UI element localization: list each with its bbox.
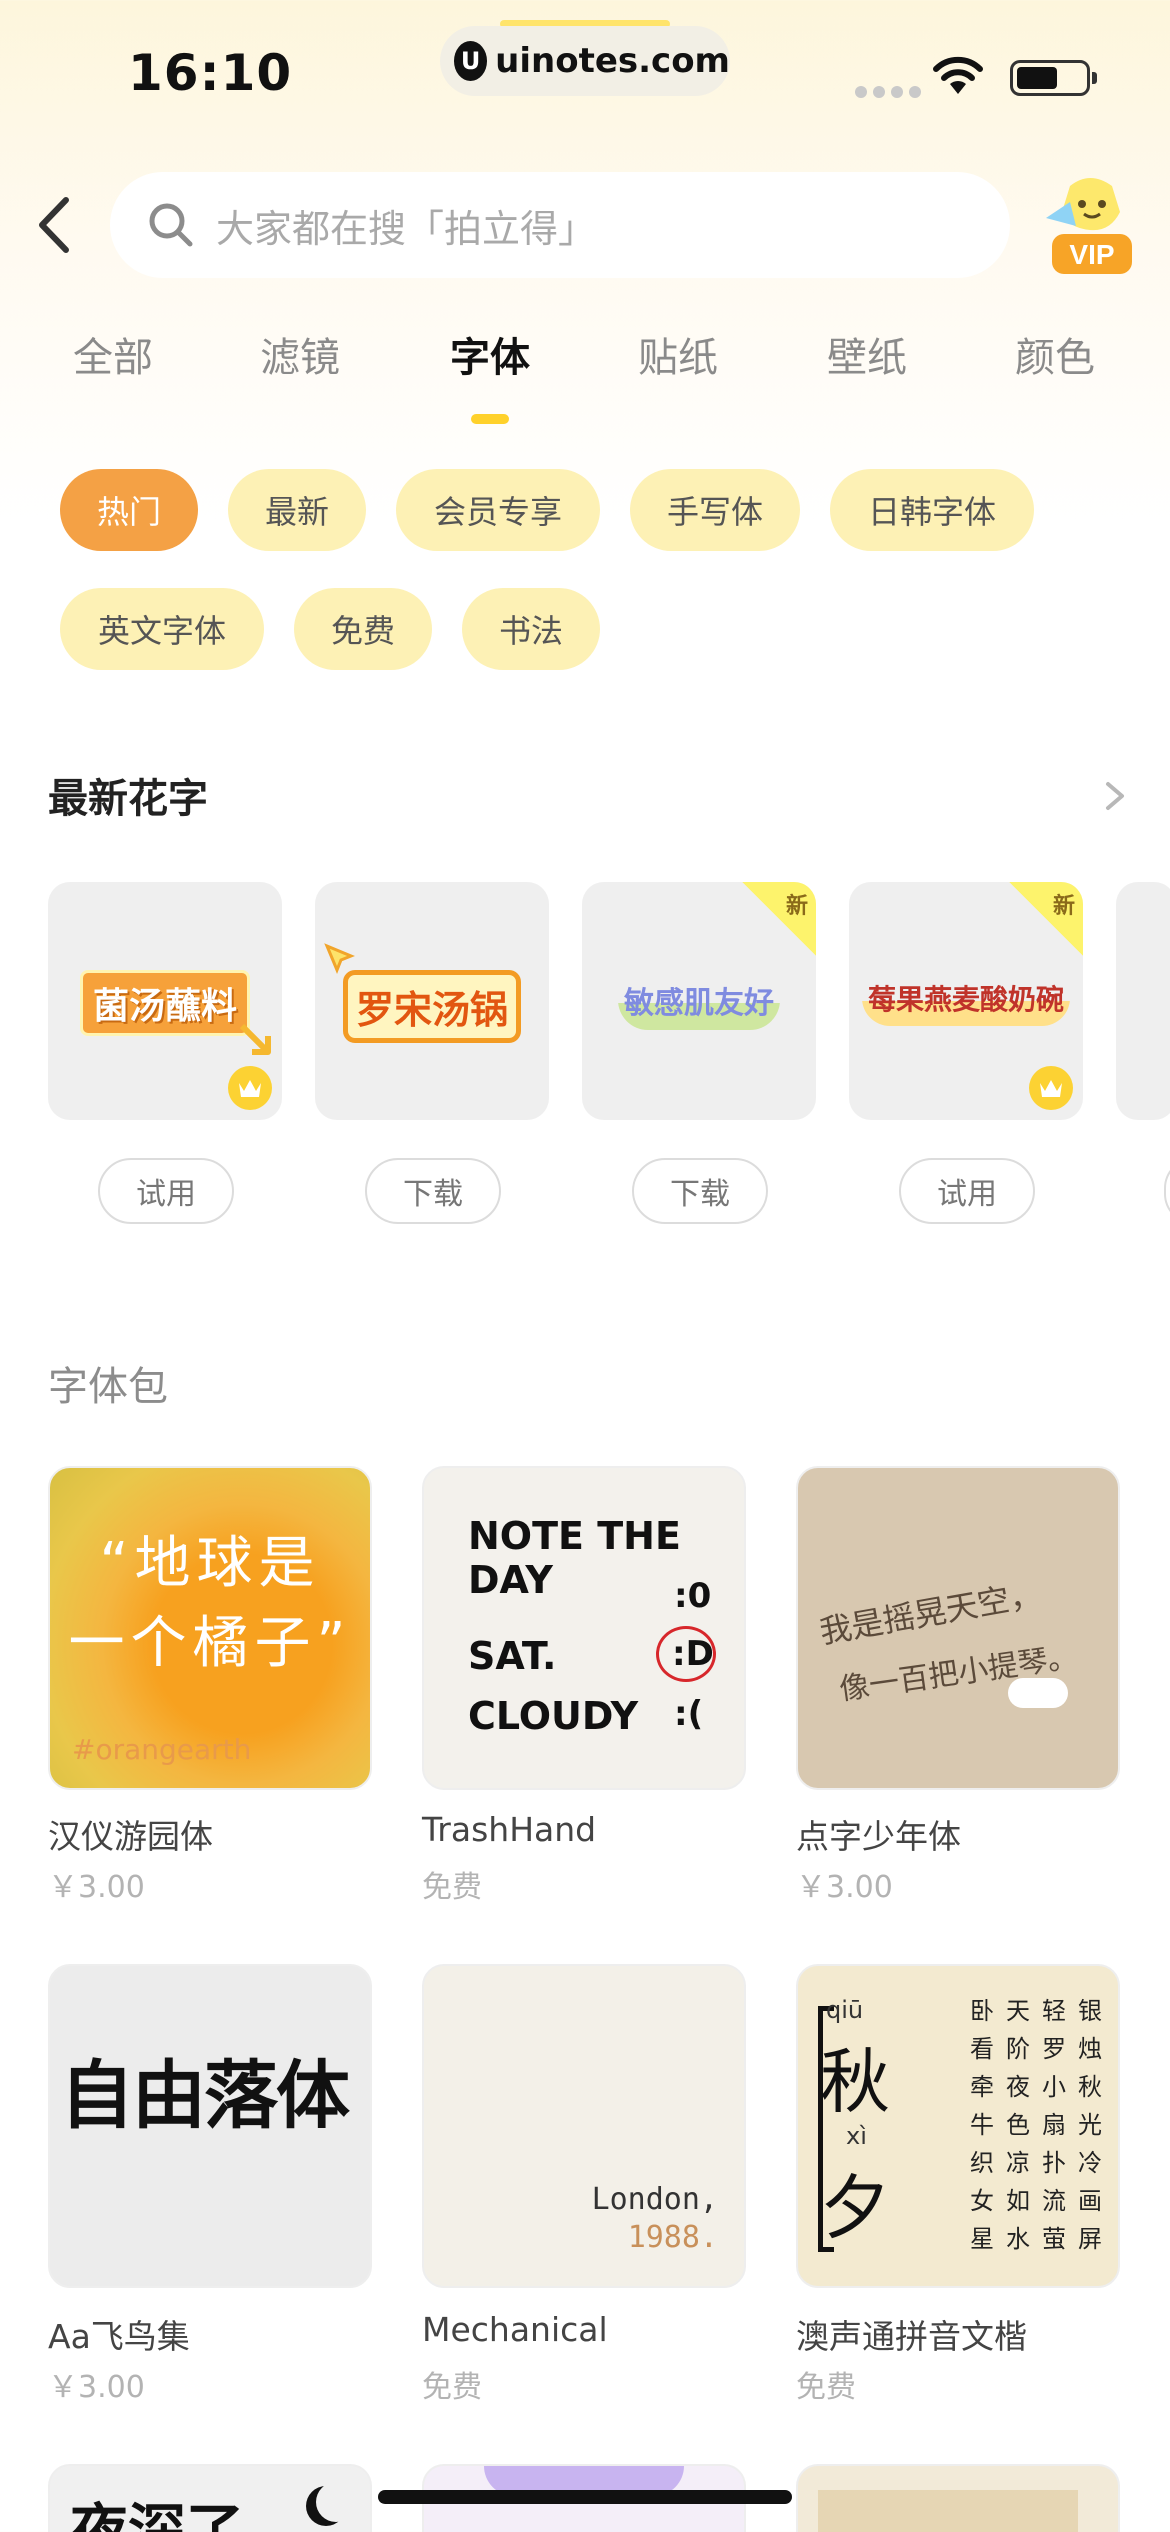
search-icon xyxy=(149,203,193,247)
url-text: uinotes.com xyxy=(495,41,730,81)
chip-latest[interactable]: 最新 xyxy=(228,469,366,551)
chip-members[interactable]: 会员专享 xyxy=(396,469,600,551)
vip-badge-icon[interactable]: VIP xyxy=(1040,172,1140,280)
try-button[interactable]: 试用 xyxy=(98,1158,234,1224)
status-time: 16:10 xyxy=(128,44,293,102)
font-pack-name[interactable]: Mechanical xyxy=(422,2310,608,2349)
preview-column: 银烛秋光冷画屏 xyxy=(1078,1997,1102,2253)
preview-text: 自由落体 xyxy=(60,2053,350,2139)
font-pack-preview[interactable]: 自由落体 xyxy=(48,1964,372,2288)
active-tab-indicator xyxy=(471,414,509,424)
font-pack-preview[interactable]: qiū 秋 xì 夕 卧看牵牛织女星 天阶夜色凉如水 轻罗小扇扑流萤 银烛秋光冷… xyxy=(796,1964,1120,2288)
sticker-text: 敏感肌友好 xyxy=(618,970,780,1030)
home-indicator[interactable] xyxy=(378,2490,792,2504)
tab-wallpapers[interactable]: 壁纸 xyxy=(772,325,962,383)
vip-crown-icon xyxy=(228,1066,272,1110)
new-badge: 新 xyxy=(785,894,808,919)
font-pack-preview[interactable]: “地球是 一个橘子” #orangearth xyxy=(48,1466,372,1790)
search-input[interactable]: 大家都在搜「拍立得」 xyxy=(110,172,1010,278)
battery-icon xyxy=(1010,60,1090,96)
download-button[interactable]: 下载 xyxy=(632,1158,768,1224)
sticker-card[interactable]: 新 敏感肌友好 xyxy=(582,882,816,1120)
arrow-icon xyxy=(239,1023,271,1055)
cellular-signal-icon xyxy=(855,86,921,98)
font-pack-preview[interactable]: NOTE THE DAY :0 SAT. :D CLOUDY :( xyxy=(422,1466,746,1790)
font-pack-preview-partial[interactable]: 夜深了 xyxy=(48,2464,372,2532)
tab-colors[interactable]: 颜色 xyxy=(960,325,1150,383)
font-pack-name[interactable]: Aa飞鸟集 xyxy=(48,2310,190,2358)
preview-tag: #orangearth xyxy=(72,1733,252,1766)
preview-text: CLOUDY xyxy=(468,1694,639,1738)
font-pack-price: 免费 xyxy=(422,1870,482,1905)
section-title-latest: 最新花字 xyxy=(48,776,208,822)
chip-hot[interactable]: 热门 xyxy=(60,469,198,551)
font-pack-name[interactable]: 汉仪游园体 xyxy=(48,1810,213,1858)
download-button[interactable]: 下载 xyxy=(365,1158,501,1224)
font-pack-preview[interactable]: 我是摇晃天空， 像一百把小提琴。 xyxy=(796,1466,1120,1790)
preview-column: 轻罗小扇扑流萤 xyxy=(1042,1997,1066,2253)
font-pack-name[interactable]: 点字少年体 xyxy=(796,1810,961,1858)
new-badge: 新 xyxy=(1052,894,1075,919)
sticker-button-partial[interactable] xyxy=(1164,1158,1170,1224)
font-pack-name[interactable]: TrashHand xyxy=(422,1810,596,1849)
chip-english[interactable]: 英文字体 xyxy=(60,588,264,670)
chip-handwriting[interactable]: 手写体 xyxy=(630,469,800,551)
section-title-font-packs: 字体包 xyxy=(48,1364,168,1410)
search-placeholder: 大家都在搜「拍立得」 xyxy=(216,206,597,251)
preview-text: 一个橘子” xyxy=(68,1611,352,1676)
preview-shape xyxy=(818,2490,1078,2532)
preview-text: SAT. xyxy=(468,1634,557,1678)
preview-pinyin: xì xyxy=(846,2122,867,2150)
sticker-card[interactable]: 罗宋汤锅 xyxy=(315,882,549,1120)
cloud-icon xyxy=(1008,1678,1068,1708)
tab-fonts[interactable]: 字体 xyxy=(395,325,585,383)
font-pack-price: ￥3.00 xyxy=(796,1870,893,1905)
sticker-text: 菌汤蘸料 xyxy=(79,970,250,1036)
preview-text: “地球是 xyxy=(99,1531,321,1596)
try-button[interactable]: 试用 xyxy=(899,1158,1035,1224)
sticker-text: 罗宋汤锅 xyxy=(342,970,521,1043)
font-pack-name[interactable]: 澳声通拼音文楷 xyxy=(796,2310,1027,2358)
sticker-card[interactable]: 新 莓果燕麦酸奶碗 xyxy=(849,882,1083,1120)
sticker-text: 莓果燕麦酸奶碗 xyxy=(861,970,1070,1026)
sticker-card-partial[interactable] xyxy=(1116,882,1170,1120)
preview-text: London, xyxy=(591,2182,718,2217)
moon-icon xyxy=(316,2482,356,2522)
preview-text: :( xyxy=(674,1694,704,1734)
site-logo-icon: U xyxy=(454,41,488,81)
chevron-right-icon[interactable] xyxy=(1100,776,1130,816)
font-pack-preview-partial[interactable] xyxy=(796,2464,1120,2532)
chip-free[interactable]: 免费 xyxy=(294,588,432,670)
category-tabs: 全部 滤镜 字体 贴纸 壁纸 颜色 xyxy=(0,325,1170,425)
font-pack-price: ￥3.00 xyxy=(48,1870,145,1905)
chip-jp-kr[interactable]: 日韩字体 xyxy=(830,469,1034,551)
preview-column: 天阶夜色凉如水 xyxy=(1006,1997,1030,2253)
font-pack-price: ￥3.00 xyxy=(48,2370,145,2405)
preview-text: :0 xyxy=(674,1576,712,1616)
tab-filters[interactable]: 滤镜 xyxy=(205,325,395,383)
preview-text: 夜深了 xyxy=(70,2497,245,2532)
chip-calligraphy[interactable]: 书法 xyxy=(462,588,600,670)
back-icon[interactable] xyxy=(30,190,80,260)
preview-text: :D xyxy=(672,1634,714,1674)
font-pack-preview[interactable]: London, 1988. xyxy=(422,1964,746,2288)
tab-stickers[interactable]: 贴纸 xyxy=(583,325,773,383)
url-pill[interactable]: U uinotes.com xyxy=(440,26,730,96)
preview-pinyin: qiū xyxy=(826,1996,864,2024)
wifi-icon xyxy=(933,56,983,94)
preview-text: 1988. xyxy=(627,2220,718,2255)
font-pack-price: 免费 xyxy=(796,2370,856,2405)
preview-column: 卧看牵牛织女星 xyxy=(970,1997,994,2253)
preview-text: 夕 xyxy=(820,2167,890,2249)
preview-text: 秋 xyxy=(820,2041,890,2123)
vip-crown-icon xyxy=(1029,1066,1073,1110)
font-pack-price: 免费 xyxy=(422,2370,482,2405)
vip-label: VIP xyxy=(1069,239,1114,270)
battery-cap xyxy=(1092,72,1097,84)
sticker-card[interactable]: 菌汤蘸料 xyxy=(48,882,282,1120)
tab-all[interactable]: 全部 xyxy=(18,325,208,383)
